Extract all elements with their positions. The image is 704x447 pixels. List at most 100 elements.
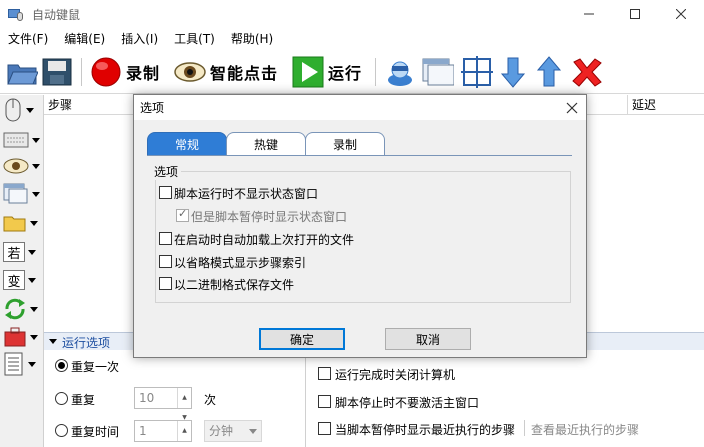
menu-edit[interactable]: 编辑(E) xyxy=(56,28,113,50)
collapse-triangle-icon xyxy=(49,339,57,344)
tab-general[interactable]: 常规 xyxy=(147,132,227,156)
delete-button[interactable] xyxy=(571,56,603,88)
hide-status-window-label: 脚本运行时不显示状态窗口 xyxy=(174,187,319,201)
repeat-time-value: 1 xyxy=(139,424,147,438)
dialog-title: 选项 xyxy=(140,101,165,115)
times-unit-label: 次 xyxy=(204,393,217,407)
chevron-down-icon xyxy=(249,429,257,434)
repeat-once-radio[interactable] xyxy=(55,359,68,372)
dialog-close-button[interactable] xyxy=(566,97,578,118)
region-button[interactable] xyxy=(461,56,493,88)
spin-up-icon[interactable]: ▲ xyxy=(182,388,187,408)
left-action-toolbar: 若 变 xyxy=(0,95,44,447)
open-button[interactable] xyxy=(6,56,38,88)
menu-file[interactable]: 文件(F) xyxy=(0,28,56,50)
abbreviated-index-label: 以省略模式显示步骤索引 xyxy=(174,256,307,270)
repeat-radio[interactable] xyxy=(55,392,68,405)
chevron-down-icon xyxy=(32,163,40,169)
column-delay[interactable]: 延迟 xyxy=(628,95,656,115)
repeat-count-value: 10 xyxy=(139,391,155,405)
repeat-time-label: 重复时间 xyxy=(71,425,120,439)
variable-char: 变 xyxy=(3,270,25,290)
close-window-button[interactable] xyxy=(658,0,704,28)
tab-hotkey[interactable]: 热键 xyxy=(226,132,306,156)
main-toolbar: 录制 智能点击 运行 xyxy=(0,50,704,94)
menu-help[interactable]: 帮助(H) xyxy=(223,28,281,50)
spy-icon xyxy=(388,61,412,86)
move-down-button[interactable] xyxy=(500,56,526,88)
close-icon xyxy=(566,102,578,114)
insert-misc-action[interactable] xyxy=(3,324,43,350)
abbreviated-index-checkbox[interactable] xyxy=(159,255,172,268)
hide-status-window-checkbox[interactable] xyxy=(159,186,172,199)
run-button[interactable]: 运行 xyxy=(292,56,362,88)
region-select-icon xyxy=(461,56,493,88)
window-title: 自动键鼠 xyxy=(32,7,81,22)
save-button[interactable] xyxy=(42,56,72,88)
autoload-last-file-checkbox[interactable] xyxy=(159,232,172,245)
toolbox-icon xyxy=(4,327,26,347)
insert-file-action[interactable] xyxy=(3,210,43,236)
tab-record[interactable]: 录制 xyxy=(305,132,385,156)
title-bar: 自动键鼠 xyxy=(0,0,704,28)
menu-tools[interactable]: 工具(T) xyxy=(166,28,223,50)
move-up-button[interactable] xyxy=(536,56,562,88)
run-options-title: 运行选项 xyxy=(62,336,111,350)
insert-list-action[interactable] xyxy=(3,351,43,377)
insert-variable-action[interactable]: 变 xyxy=(3,267,43,293)
show-on-pause-label: 但是脚本暂停时显示状态窗口 xyxy=(191,210,348,224)
repeat-count-spinner[interactable]: 10 ▲ ▼ xyxy=(134,387,192,421)
dialog-title-bar: 选项 xyxy=(134,95,586,120)
eye-icon xyxy=(174,62,206,82)
repeat-time-spinner[interactable]: 1 ▲▼ xyxy=(134,420,192,442)
record-button[interactable]: 录制 xyxy=(90,56,160,88)
spin-up-icon[interactable]: ▲ xyxy=(182,421,187,441)
arrow-down-icon xyxy=(500,57,526,88)
condition-char: 若 xyxy=(3,242,25,262)
column-steps[interactable]: 步骤 xyxy=(44,95,72,115)
show-last-step-label: 当脚本暂停时显示最近执行的步骤 xyxy=(335,423,516,437)
close-icon xyxy=(676,9,686,19)
insert-mouse-action[interactable] xyxy=(3,97,43,123)
run-label: 运行 xyxy=(328,64,363,83)
menu-insert[interactable]: 插入(I) xyxy=(113,28,166,50)
time-unit-value: 分钟 xyxy=(209,424,234,438)
folder-icon xyxy=(3,216,26,232)
shutdown-after-checkbox[interactable] xyxy=(318,367,331,380)
options-dialog: 选项 常规 热键 录制 选项 脚本运行时不显示状态窗口 但是脚本暂停时显示状态窗… xyxy=(133,94,587,358)
view-last-step-link[interactable]: 查看最近执行的步骤 xyxy=(531,421,639,438)
minimize-button[interactable] xyxy=(566,0,612,28)
dialog-tabs: 常规 热键 录制 xyxy=(147,132,385,156)
repeat-once-label: 重复一次 xyxy=(71,360,120,374)
binary-format-checkbox[interactable] xyxy=(159,277,172,290)
no-activate-checkbox[interactable] xyxy=(318,395,331,408)
open-folder-icon xyxy=(7,64,38,85)
time-unit-select[interactable]: 分钟 xyxy=(204,420,262,442)
window-button[interactable] xyxy=(422,56,454,88)
insert-image-action[interactable] xyxy=(3,153,43,179)
smart-click-label: 智能点击 xyxy=(210,64,279,83)
spin-down-icon[interactable]: ▼ xyxy=(182,441,187,447)
run-options-left: 重复一次 重复 10 ▲▼ 次 重复时间 1 ▲▼ 分钟 xyxy=(44,350,306,447)
insert-keyboard-action[interactable] xyxy=(3,127,43,153)
binary-format-label: 以二进制格式保存文件 xyxy=(174,278,295,292)
insert-condition-action[interactable]: 若 xyxy=(3,239,43,265)
insert-loop-action[interactable] xyxy=(3,296,43,322)
maximize-button[interactable] xyxy=(612,0,658,28)
show-last-step-checkbox[interactable] xyxy=(318,422,331,435)
save-disk-icon xyxy=(42,58,72,86)
chevron-down-icon xyxy=(28,277,36,283)
eye-icon xyxy=(3,158,29,174)
maximize-icon xyxy=(630,9,640,19)
window-icon xyxy=(3,183,28,204)
repeat-time-radio[interactable] xyxy=(55,424,68,437)
show-on-pause-checkbox[interactable] xyxy=(176,207,189,222)
cancel-button[interactable]: 取消 xyxy=(385,328,471,350)
chevron-down-icon xyxy=(28,249,36,255)
ok-button[interactable]: 确定 xyxy=(259,328,345,350)
loop-refresh-icon xyxy=(5,298,25,320)
smart-click-button[interactable]: 智能点击 xyxy=(174,56,278,88)
chevron-down-icon xyxy=(28,361,36,367)
spy-button[interactable] xyxy=(384,56,416,88)
insert-window-action[interactable] xyxy=(3,181,43,207)
